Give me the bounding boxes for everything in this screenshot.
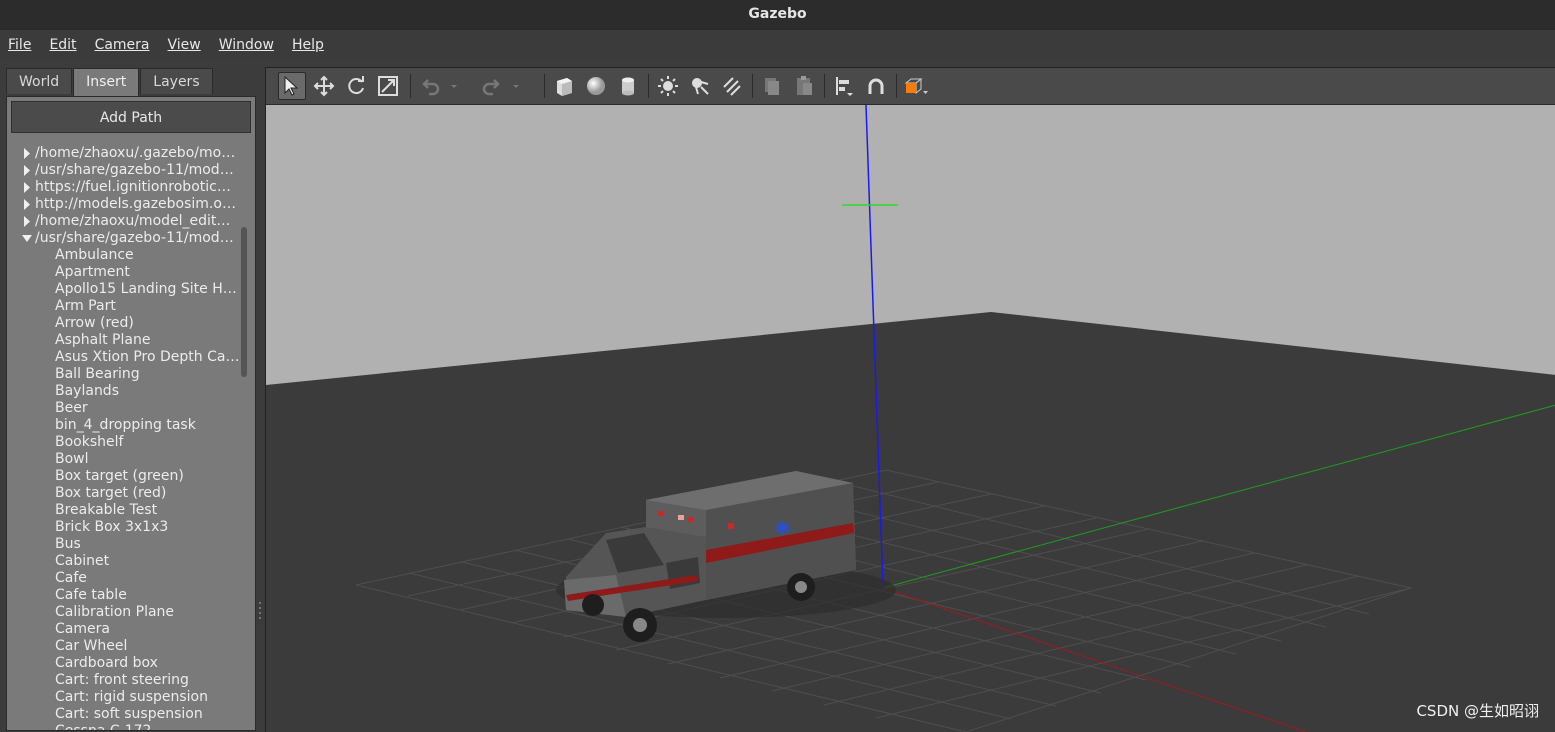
model-item[interactable]: Beer xyxy=(7,400,243,417)
spot-light-icon[interactable] xyxy=(686,72,714,100)
model-item[interactable]: Cafe xyxy=(7,570,243,587)
path-item[interactable]: /home/zhaoxu/model_edit… xyxy=(7,213,243,230)
model-item[interactable]: Cart: front steering xyxy=(7,672,243,689)
model-item[interactable]: Asus Xtion Pro Depth Ca… xyxy=(7,349,243,366)
model-item[interactable]: Bus xyxy=(7,536,243,553)
translate-icon[interactable] xyxy=(310,72,338,100)
model-item[interactable]: Car Wheel xyxy=(7,638,243,655)
tab-world[interactable]: World xyxy=(6,68,73,94)
point-light-icon[interactable] xyxy=(654,72,682,100)
splitter-handle-icon[interactable] xyxy=(258,600,262,620)
menu-bar: File Edit Camera View Window Help xyxy=(0,30,1555,60)
tree-scrollbar[interactable] xyxy=(241,227,247,377)
copy-icon[interactable] xyxy=(758,72,786,100)
model-item[interactable]: Cessna C-172 xyxy=(7,723,243,730)
model-list: Ambulance Apartment Apollo15 Landing Site … xyxy=(7,247,243,730)
svg-text:✱: ✱ xyxy=(774,516,791,540)
toolbar-separator xyxy=(896,74,897,98)
expand-arrow-icon[interactable] xyxy=(21,213,33,230)
menu-file[interactable]: File xyxy=(8,37,31,53)
path-item[interactable]: /home/zhaoxu/.gazebo/mod… xyxy=(7,145,243,162)
model-item[interactable]: Cardboard box xyxy=(7,655,243,672)
model-item[interactable]: Box target (red) xyxy=(7,485,243,502)
sphere-icon[interactable] xyxy=(582,72,610,100)
redo-history-dropdown-icon[interactable] xyxy=(508,72,524,100)
tab-layers[interactable]: Layers xyxy=(140,68,213,94)
model-item[interactable]: Apartment xyxy=(7,264,243,281)
left-tabs: World Insert Layers xyxy=(6,68,214,96)
model-item[interactable]: Ambulance xyxy=(7,247,243,264)
path-item[interactable]: http://models.gazebosim.o… xyxy=(7,196,243,213)
model-item[interactable]: Calibration Plane xyxy=(7,604,243,621)
menu-edit[interactable]: Edit xyxy=(49,37,76,53)
toolbar-separator xyxy=(544,74,545,98)
model-item[interactable]: Baylands xyxy=(7,383,243,400)
model-item[interactable]: Ball Bearing xyxy=(7,366,243,383)
undo-icon[interactable] xyxy=(416,72,444,100)
expand-arrow-icon[interactable] xyxy=(21,179,33,196)
snap-icon[interactable] xyxy=(862,72,890,100)
cylinder-icon[interactable] xyxy=(614,72,642,100)
add-path-button[interactable]: Add Path xyxy=(11,101,251,133)
box-icon[interactable] xyxy=(550,72,578,100)
view-angle-icon[interactable] xyxy=(902,72,930,100)
insert-panel: Add Path /home/zhaoxu/.gazebo/mod… /usr/… xyxy=(6,96,256,731)
toolbar-separator xyxy=(752,74,753,98)
scale-icon[interactable] xyxy=(374,72,402,100)
path-item[interactable]: /usr/share/gazebo-11/mod… xyxy=(7,230,243,247)
watermark-text: CSDN @生如昭诩 xyxy=(1416,702,1539,720)
collapse-arrow-icon[interactable] xyxy=(21,230,33,247)
model-item[interactable]: Cart: soft suspension xyxy=(7,706,243,723)
expand-arrow-icon[interactable] xyxy=(21,162,33,179)
path-item[interactable]: https://fuel.ignitionrobotic… xyxy=(7,179,243,196)
model-item[interactable]: Apollo15 Landing Site H… xyxy=(7,281,243,298)
model-item[interactable]: Camera xyxy=(7,621,243,638)
model-item[interactable]: bin_4_dropping task xyxy=(7,417,243,434)
model-item[interactable]: Box target (green) xyxy=(7,468,243,485)
menu-help[interactable]: Help xyxy=(292,37,324,53)
scene-view: ✱ xyxy=(265,67,1555,732)
select-arrow-icon[interactable] xyxy=(278,72,306,100)
window-title: Gazebo xyxy=(0,0,1555,30)
toolbar-separator xyxy=(648,74,649,98)
model-item[interactable]: Cart: rigid suspension xyxy=(7,689,243,706)
model-item[interactable]: Cafe table xyxy=(7,587,243,604)
menu-window[interactable]: Window xyxy=(219,37,274,53)
paste-icon[interactable] xyxy=(790,72,818,100)
directional-light-icon[interactable] xyxy=(718,72,746,100)
expand-arrow-icon[interactable] xyxy=(21,196,33,213)
tab-insert[interactable]: Insert xyxy=(73,68,140,96)
model-item[interactable]: Asphalt Plane xyxy=(7,332,243,349)
rotate-icon[interactable] xyxy=(342,72,370,100)
scene-canvas[interactable]: ✱ xyxy=(266,105,1555,732)
path-item[interactable]: /usr/share/gazebo-11/mod… xyxy=(7,162,243,179)
model-tree: /home/zhaoxu/.gazebo/mod… /usr/share/gaz… xyxy=(7,145,243,730)
expand-arrow-icon[interactable] xyxy=(21,145,33,162)
toolbar-separator xyxy=(410,74,411,98)
model-item[interactable]: Bowl xyxy=(7,451,243,468)
model-item[interactable]: Breakable Test xyxy=(7,502,243,519)
model-item[interactable]: Bookshelf xyxy=(7,434,243,451)
model-item[interactable]: Arrow (red) xyxy=(7,315,243,332)
model-item[interactable]: Cabinet xyxy=(7,553,243,570)
menu-camera[interactable]: Camera xyxy=(95,37,150,53)
undo-history-dropdown-icon[interactable] xyxy=(446,72,462,100)
left-panel: World Insert Layers Add Path /home/zhaox… xyxy=(0,60,262,731)
redo-icon[interactable] xyxy=(478,72,506,100)
toolbar-separator xyxy=(824,74,825,98)
menu-view[interactable]: View xyxy=(168,37,201,53)
model-item[interactable]: Arm Part xyxy=(7,298,243,315)
model-item[interactable]: Brick Box 3x1x3 xyxy=(7,519,243,536)
align-icon[interactable] xyxy=(830,72,858,100)
toolbar xyxy=(266,68,1555,105)
